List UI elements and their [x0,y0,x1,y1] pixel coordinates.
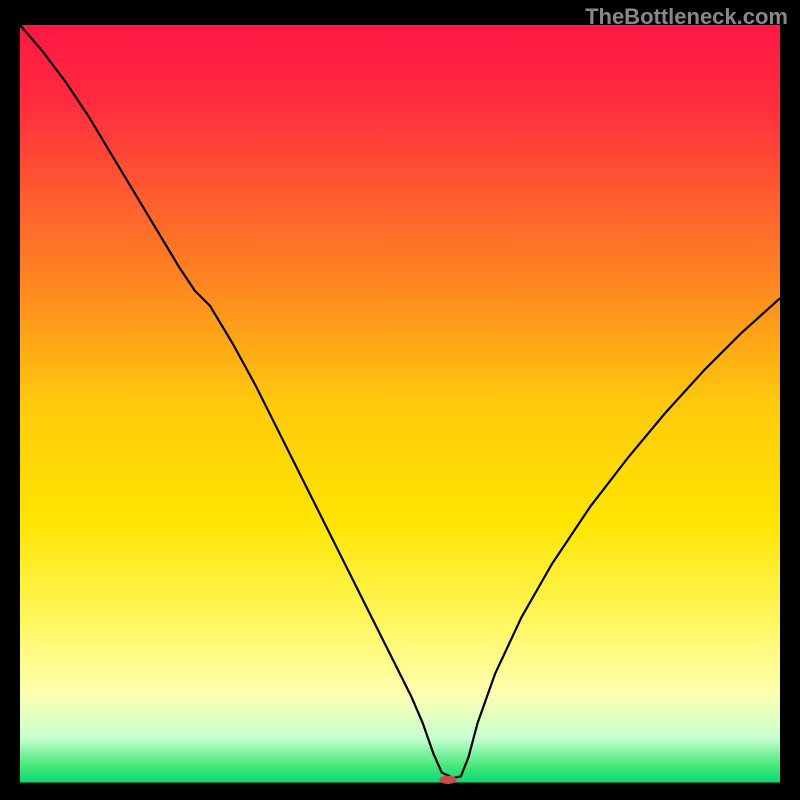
bottleneck-curve [20,25,780,784]
plot-area [20,25,780,784]
chart-container: TheBottleneck.com [0,0,800,800]
optimal-marker [439,776,456,784]
gradient-background [20,25,780,784]
watermark: TheBottleneck.com [585,4,788,30]
